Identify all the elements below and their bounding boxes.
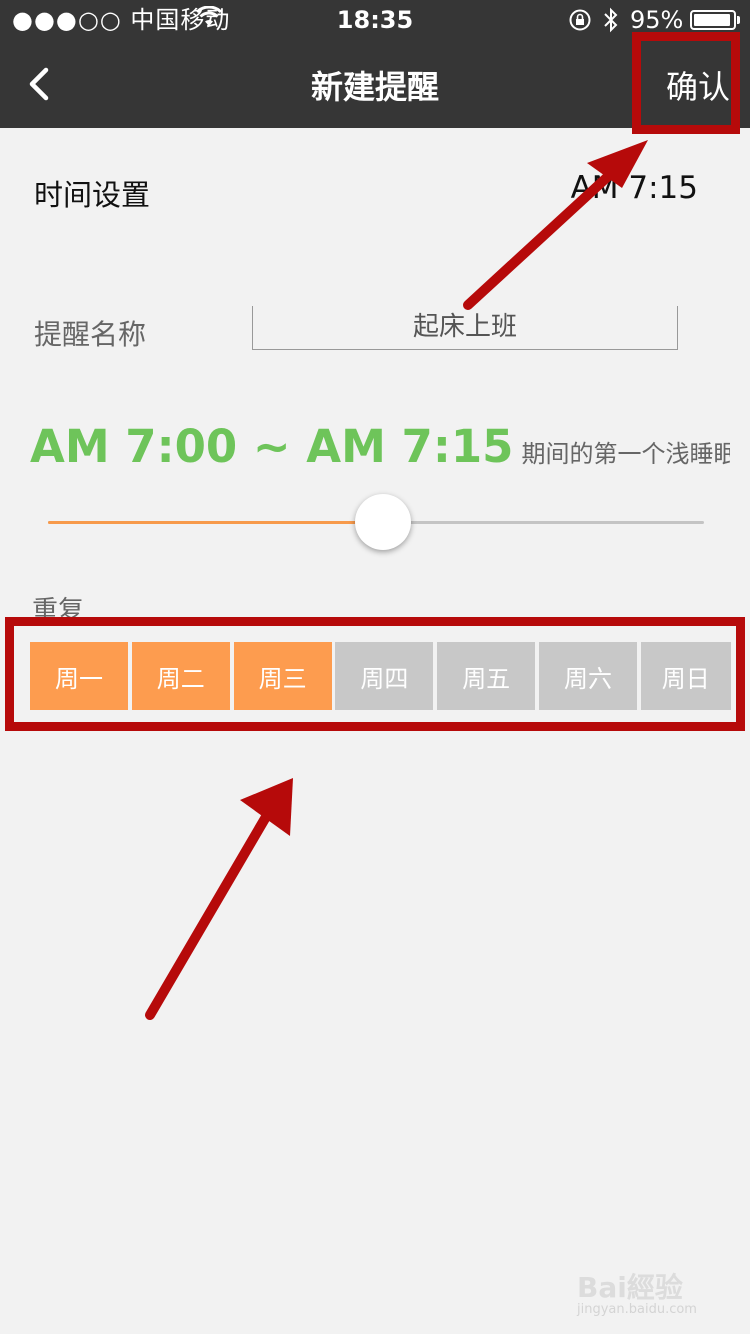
annotation-arrow-confirm [463,140,648,310]
wake-range-time: AM 7:00 ~ AM 7:15 [30,420,514,473]
baidu-logo: Bai經验 [577,1271,683,1304]
bluetooth-icon [604,7,618,33]
wake-range-slider[interactable] [48,494,704,552]
battery-fill [694,14,731,26]
annotation-arrow-repeat [145,778,293,1020]
slider-track-fill [48,521,383,524]
wake-range-line: AM 7:00 ~ AM 7:15期间的第一个浅睡眠中… [30,420,730,473]
battery-icon [690,10,740,30]
annotation-box-confirm [632,32,740,134]
time-setting-value[interactable]: AM 7:15 [571,170,698,206]
rotation-lock-icon [569,9,591,31]
baidu-watermark: Bai經验 jingyan.baidu.com [577,1252,737,1318]
time-setting-label: 时间设置 [34,178,151,212]
watermark-url: jingyan.baidu.com [577,1302,697,1317]
wake-range-description: 期间的第一个浅睡眠中… [521,440,730,468]
reminder-name-label: 提醒名称 [34,318,147,351]
slider-thumb[interactable] [354,494,411,550]
annotation-box-repeat [5,617,745,731]
reminder-name-input[interactable] [252,306,678,350]
